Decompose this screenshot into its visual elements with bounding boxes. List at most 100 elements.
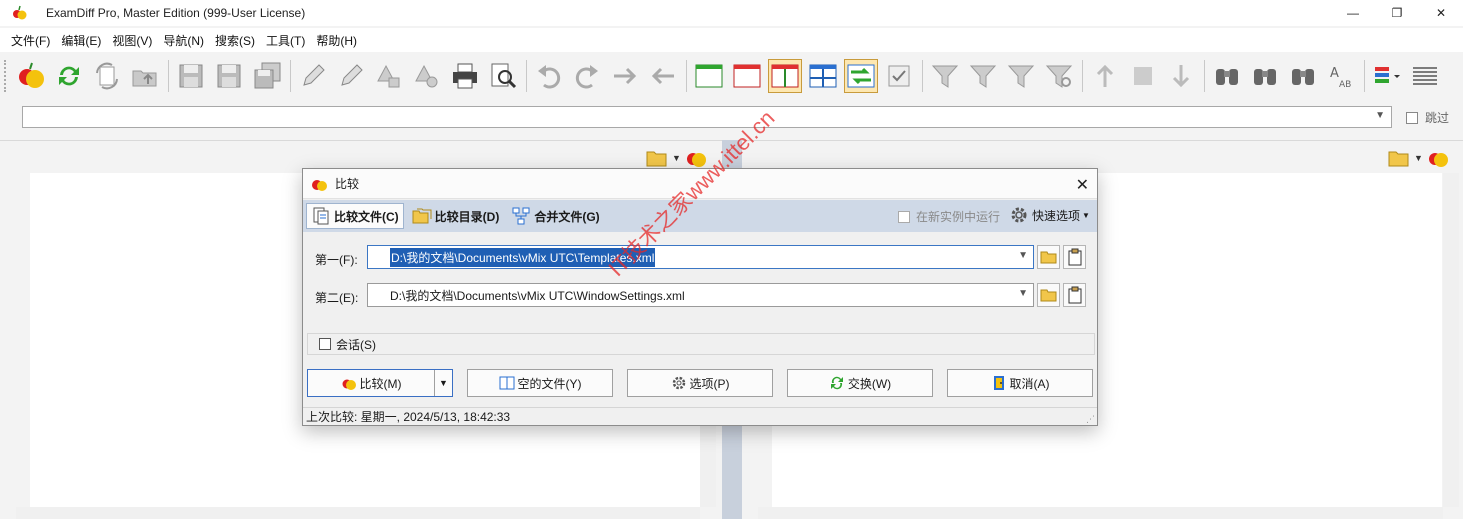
layout-split-vertical[interactable] xyxy=(768,59,802,93)
printer-icon xyxy=(453,63,477,89)
toolbar-separator xyxy=(290,60,291,92)
second-file-value: D:\我的文档\Documents\vMix UTC\WindowSetting… xyxy=(390,288,685,303)
restore-button[interactable]: ❐ xyxy=(1375,0,1419,26)
browse-second-button[interactable] xyxy=(1037,283,1060,307)
binoculars-icon xyxy=(1292,69,1314,85)
chevron-down-icon[interactable]: ▼ xyxy=(1414,153,1423,163)
color-scheme-button[interactable] xyxy=(1370,59,1404,93)
layout-single-green-button[interactable] xyxy=(692,59,726,93)
arrow-right-icon xyxy=(614,67,637,85)
copy-right-button[interactable] xyxy=(608,59,642,93)
chevron-down-icon[interactable]: ▼ xyxy=(1018,250,1028,261)
shapes-right-button[interactable] xyxy=(410,59,444,93)
open-folder-icon[interactable] xyxy=(1388,148,1410,168)
clipboard-icon xyxy=(1068,248,1081,266)
apple-compare-icon[interactable] xyxy=(1427,147,1449,169)
chevron-down-icon[interactable]: ▼ xyxy=(672,153,681,163)
cycle-pages-icon xyxy=(96,62,118,90)
show-checked-button[interactable] xyxy=(882,59,916,93)
apple-compare-icon[interactable] xyxy=(685,147,707,169)
arrow-left-icon xyxy=(651,67,674,85)
sync-scroll[interactable] xyxy=(844,59,878,93)
find-button[interactable] xyxy=(1210,59,1244,93)
recompare-button[interactable] xyxy=(52,59,86,93)
paste-first-button[interactable] xyxy=(1063,245,1086,269)
compare-button[interactable] xyxy=(14,59,48,93)
menu-search[interactable]: 搜索(S) xyxy=(210,32,260,49)
filter-search-button[interactable] xyxy=(1042,59,1076,93)
split-pane-icon xyxy=(499,376,514,390)
tab-merge-files[interactable]: 合并文件(G) xyxy=(507,203,603,229)
session-checkbox[interactable]: 会话(S) xyxy=(307,333,1095,355)
exit-door-icon xyxy=(993,376,1004,390)
print-button[interactable] xyxy=(448,59,482,93)
open-folder-icon[interactable] xyxy=(646,148,668,168)
menu-file[interactable]: 文件(F) xyxy=(6,32,55,49)
chevron-down-icon: ▼ xyxy=(1082,210,1090,220)
merge-tree-icon xyxy=(512,207,530,225)
resize-grip-icon[interactable]: ⋰ xyxy=(1086,414,1095,425)
toolbar-grip[interactable] xyxy=(4,60,8,92)
session-label: 会话(S) xyxy=(336,337,376,352)
shapes-left-button[interactable] xyxy=(372,59,406,93)
save-all-button[interactable] xyxy=(250,59,284,93)
options-button[interactable]: 选项(P) xyxy=(627,369,773,397)
right-horizontal-scrollbar[interactable] xyxy=(758,507,1443,519)
paste-second-button[interactable] xyxy=(1063,283,1086,307)
filter-3-button[interactable] xyxy=(1004,59,1038,93)
save-as-button[interactable] xyxy=(212,59,246,93)
skip-checkbox[interactable]: 跳过 xyxy=(1406,109,1449,126)
redo-button[interactable] xyxy=(570,59,604,93)
copy-left-button[interactable] xyxy=(646,59,680,93)
left-horizontal-scrollbar[interactable] xyxy=(16,507,700,519)
compare-dropdown-arrow[interactable]: ▼ xyxy=(434,370,452,396)
current-diff-button[interactable] xyxy=(1126,59,1160,93)
pane-green-icon xyxy=(695,64,723,88)
menu-view[interactable]: 视图(V) xyxy=(107,32,157,49)
menu-help[interactable]: 帮助(H) xyxy=(311,32,362,49)
close-window-button[interactable]: ✕ xyxy=(1419,0,1463,26)
edit-left-button[interactable] xyxy=(296,59,330,93)
compare-ok-button[interactable]: 比较(M) ▼ xyxy=(307,369,453,397)
edit-right-button[interactable] xyxy=(334,59,368,93)
layout-split-horizontal[interactable] xyxy=(806,59,840,93)
open-folder-icon xyxy=(1040,289,1056,302)
split-vertical-icon xyxy=(771,64,799,88)
next-diff-button[interactable] xyxy=(1164,59,1198,93)
close-icon[interactable]: ✕ xyxy=(1076,175,1089,195)
chevron-down-icon[interactable]: ▼ xyxy=(1375,110,1385,121)
pencil-icon xyxy=(303,64,325,86)
undo-button[interactable] xyxy=(532,59,566,93)
open-folder-button[interactable] xyxy=(128,59,162,93)
second-file-combobox[interactable]: D:\我的文档\Documents\vMix UTC\WindowSetting… xyxy=(367,283,1034,307)
print-preview-button[interactable] xyxy=(486,59,520,93)
swap-button[interactable]: 交换(W) xyxy=(787,369,933,397)
empty-file-button[interactable]: 空的文件(Y) xyxy=(467,369,613,397)
find-next-button[interactable] xyxy=(1248,59,1282,93)
tab-compare-files[interactable]: 比较文件(C) xyxy=(306,203,404,229)
cancel-button[interactable]: 取消(A) xyxy=(947,369,1093,397)
chevron-down-icon[interactable]: ▼ xyxy=(1018,288,1028,299)
path-combobox[interactable]: ▼ xyxy=(22,106,1392,128)
menu-edit[interactable]: 编辑(E) xyxy=(56,32,106,49)
menu-tools[interactable]: 工具(T) xyxy=(261,32,310,49)
tab-compare-dirs[interactable]: 比较目录(D) xyxy=(408,203,504,229)
filter-2-button[interactable] xyxy=(966,59,1000,93)
undo-icon xyxy=(538,65,561,89)
new-instance-checkbox[interactable]: 在新实例中运行 xyxy=(898,208,1000,225)
prev-diff-button[interactable] xyxy=(1088,59,1122,93)
layout-single-red-button[interactable] xyxy=(730,59,764,93)
second-file-label: 第二(E): xyxy=(315,291,359,305)
right-vertical-scrollbar[interactable] xyxy=(1443,173,1459,507)
filter-1-button[interactable] xyxy=(928,59,962,93)
save-button[interactable] xyxy=(174,59,208,93)
browse-first-button[interactable] xyxy=(1037,245,1060,269)
auto-refresh-button[interactable] xyxy=(90,59,124,93)
minimize-button[interactable]: — xyxy=(1331,0,1375,26)
line-options-button[interactable] xyxy=(1408,59,1442,93)
quick-options-menu[interactable]: 快速选项 ▼ xyxy=(1009,205,1090,225)
case-button[interactable]: A AB xyxy=(1324,59,1358,93)
find-prev-button[interactable] xyxy=(1286,59,1320,93)
menu-navigate[interactable]: 导航(N) xyxy=(158,32,209,49)
first-file-combobox[interactable]: D:\我的文档\Documents\vMix UTC\Templates.xml… xyxy=(367,245,1034,269)
